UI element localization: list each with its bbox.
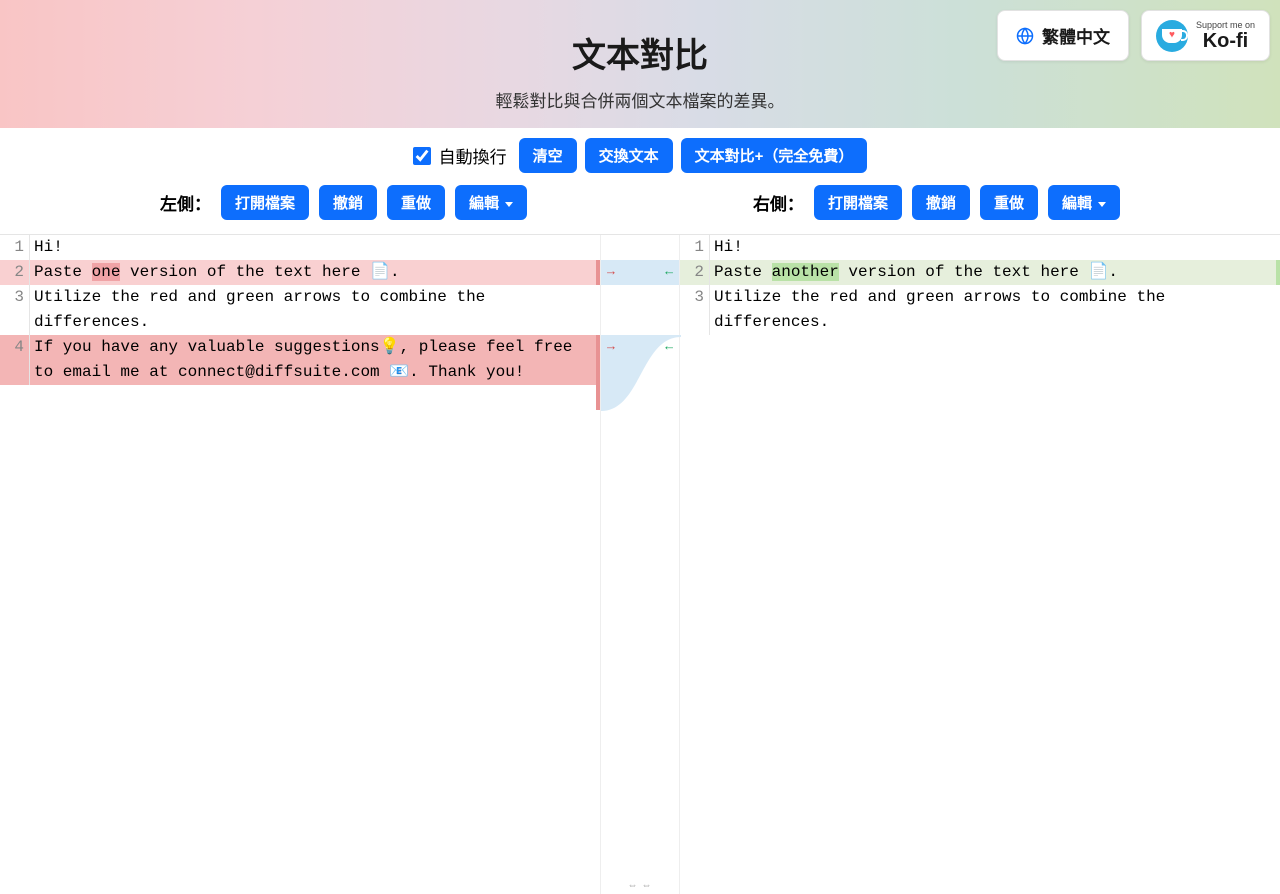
left-line-1: Hi! — [30, 235, 63, 260]
page-subtitle: 輕鬆對比與合併兩個文本檔案的差異。 — [0, 87, 1280, 112]
diff-gutter: → ← → ← ⇔ ⇔ — [600, 235, 680, 894]
right-controls: 右側： 打開檔案 撤銷 重做 編輯 — [753, 185, 1120, 220]
kofi-small-text: Support me on — [1196, 21, 1255, 30]
merge-left-arrow-icon[interactable]: ← — [665, 264, 673, 279]
line-number: 2 — [0, 260, 30, 285]
wrap-label: 自動換行 — [439, 143, 507, 168]
right-line-2: Paste another version of the text here 📄… — [710, 260, 1118, 285]
merge-arrows-2: → ← — [601, 335, 679, 357]
right-edit-button[interactable]: 編輯 — [1048, 185, 1120, 220]
swap-button[interactable]: 交換文本 — [585, 138, 673, 173]
left-line-4: If you have any valuable suggestions💡, p… — [30, 335, 600, 385]
merge-left-arrow-icon[interactable]: ← — [665, 339, 673, 354]
left-line-2: Paste one version of the text here 📄. — [30, 260, 400, 285]
toolbar: 自動換行 清空 交換文本 文本對比+（完全免費） 左側： 打開檔案 撤銷 重做 … — [0, 128, 1280, 234]
clear-button[interactable]: 清空 — [519, 138, 577, 173]
right-redo-button[interactable]: 重做 — [980, 185, 1038, 220]
left-line-3: Utilize the red and green arrows to comb… — [30, 285, 600, 335]
right-undo-button[interactable]: 撤銷 — [912, 185, 970, 220]
diff-plus-button[interactable]: 文本對比+（完全免費） — [681, 138, 868, 173]
left-controls: 左側： 打開檔案 撤銷 重做 編輯 — [160, 185, 527, 220]
merge-arrows-1: → ← — [601, 260, 679, 282]
marker-green — [1276, 260, 1280, 285]
left-edit-button[interactable]: 編輯 — [455, 185, 527, 220]
right-open-button[interactable]: 打開檔案 — [814, 185, 902, 220]
right-label: 右側： — [753, 190, 804, 215]
globe-icon — [1016, 27, 1034, 45]
kofi-big-text: Ko-fi — [1196, 31, 1255, 51]
left-label: 左側： — [160, 190, 211, 215]
diff-area: 1Hi! 2Paste one version of the text here… — [0, 234, 1280, 894]
right-pane[interactable]: 1Hi! 2Paste another version of the text … — [680, 235, 1280, 894]
wrap-checkbox[interactable] — [413, 147, 431, 165]
language-label: 繁體中文 — [1042, 23, 1110, 48]
line-number: 1 — [0, 235, 30, 260]
right-lines[interactable]: 1Hi! 2Paste another version of the text … — [680, 235, 1280, 894]
line-number: 3 — [0, 285, 30, 335]
merge-right-arrow-icon[interactable]: → — [607, 339, 615, 354]
right-line-1: Hi! — [710, 235, 743, 260]
kofi-button[interactable]: Support me on Ko-fi — [1141, 10, 1270, 61]
left-pane[interactable]: 1Hi! 2Paste one version of the text here… — [0, 235, 600, 894]
merge-right-arrow-icon[interactable]: → — [607, 264, 615, 279]
resize-handle[interactable]: ⇔ ⇔ — [629, 881, 650, 892]
language-button[interactable]: 繁體中文 — [997, 10, 1129, 61]
left-lines[interactable]: 1Hi! 2Paste one version of the text here… — [0, 235, 600, 894]
left-open-button[interactable]: 打開檔案 — [221, 185, 309, 220]
line-number: 1 — [680, 235, 710, 260]
line-number: 4 — [0, 335, 30, 385]
left-undo-button[interactable]: 撤銷 — [319, 185, 377, 220]
left-redo-button[interactable]: 重做 — [387, 185, 445, 220]
line-number: 3 — [680, 285, 710, 335]
kofi-cup-icon — [1156, 20, 1188, 52]
line-number: 2 — [680, 260, 710, 285]
header: 文本對比 輕鬆對比與合併兩個文本檔案的差異。 繁體中文 Support me o… — [0, 0, 1280, 128]
right-line-3: Utilize the red and green arrows to comb… — [710, 285, 1280, 335]
